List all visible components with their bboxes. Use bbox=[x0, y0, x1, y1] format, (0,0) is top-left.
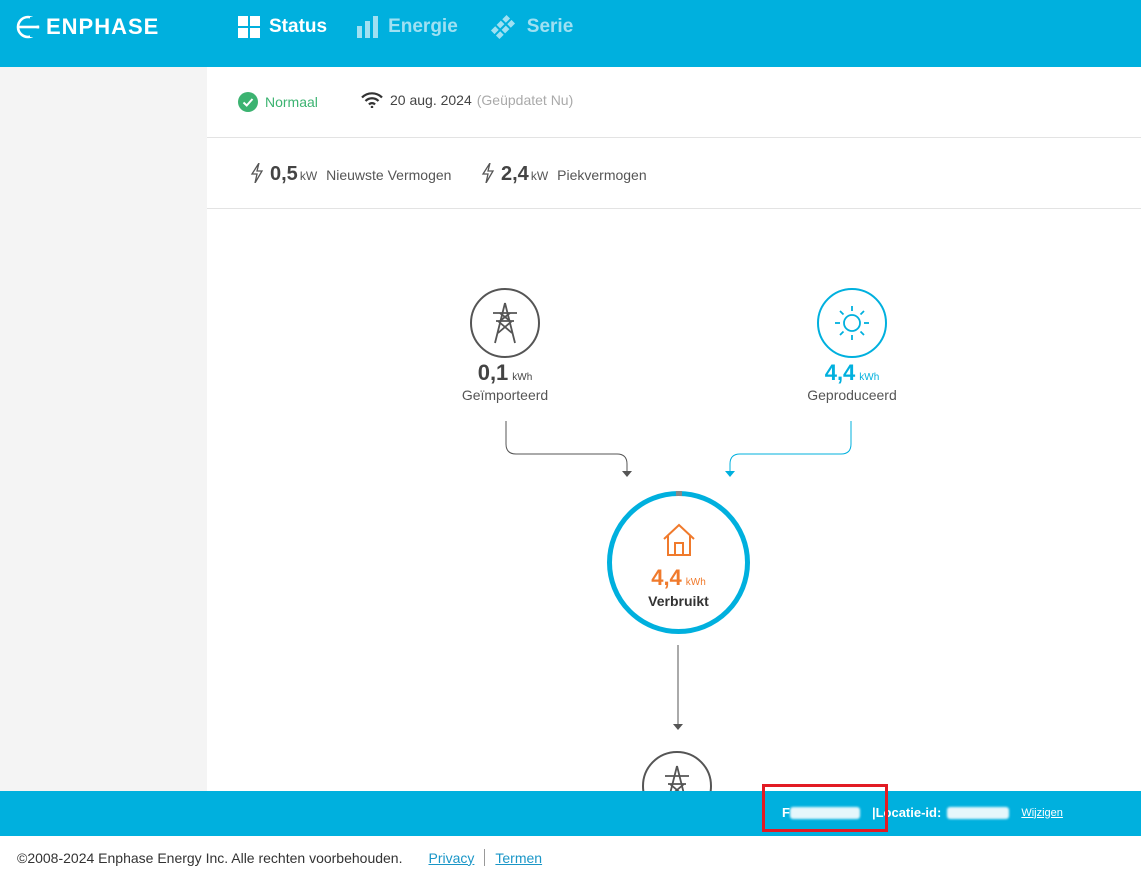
top-navigation-bar: ENPHASE Status Energie Serie bbox=[0, 0, 1141, 67]
produced-value: 4,4 kWh bbox=[772, 360, 932, 386]
imported-value: 0,1 kWh bbox=[425, 360, 585, 386]
terms-link[interactable]: Termen bbox=[495, 850, 542, 866]
enphase-logo[interactable]: ENPHASE bbox=[16, 14, 159, 40]
tab-status[interactable]: Status bbox=[238, 12, 327, 42]
main-nav: Status Energie Serie bbox=[238, 12, 603, 42]
import-share-marker bbox=[676, 491, 682, 496]
power-tower-icon bbox=[493, 302, 517, 344]
produced-number: 4,4 bbox=[824, 360, 856, 385]
consumed-number: 4,4 bbox=[651, 565, 682, 590]
house-icon bbox=[662, 523, 695, 556]
produced-label: Geproduceerd bbox=[807, 387, 897, 403]
footer: ©2008-2024 Enphase Energy Inc. Alle rech… bbox=[17, 849, 542, 866]
sun-icon bbox=[835, 306, 869, 340]
grid-import-circle bbox=[470, 288, 540, 358]
brand-name: ENPHASE bbox=[46, 14, 160, 39]
power-tower-icon bbox=[665, 765, 689, 791]
imported-number: 0,1 bbox=[477, 360, 509, 385]
imported-unit: kWh bbox=[512, 372, 533, 383]
tab-serie-label: Serie bbox=[526, 16, 574, 37]
grid-import-node[interactable]: 0,1 kWh Geïmporteerd bbox=[425, 288, 585, 403]
consumed-unit: kWh bbox=[685, 577, 706, 588]
tab-status-label: Status bbox=[269, 16, 328, 37]
footer-separator bbox=[484, 849, 486, 866]
consumed-label: Verbruikt bbox=[648, 593, 709, 609]
consumption-node[interactable]: 4,4 kWh Verbruikt bbox=[607, 491, 750, 634]
main-content: Normaal 20 aug. 2024 (Geüpdatet Nu) 0,5 … bbox=[207, 67, 1141, 791]
grid-icon bbox=[238, 16, 260, 38]
solar-panel-icon bbox=[490, 14, 515, 40]
location-id-redacted bbox=[947, 806, 1010, 819]
change-site-link[interactable]: Wijzigen bbox=[1021, 807, 1063, 819]
grid-export-circle bbox=[642, 751, 712, 791]
produced-unit: kWh bbox=[859, 372, 880, 383]
bar-chart-icon bbox=[357, 16, 379, 38]
imported-label: Geïmporteerd bbox=[461, 387, 549, 403]
enphase-logo-icon bbox=[16, 15, 40, 39]
solar-production-node[interactable]: 4,4 kWh Geproduceerd bbox=[772, 288, 932, 403]
tab-energie[interactable]: Energie bbox=[357, 12, 458, 42]
grid-export-node[interactable] bbox=[597, 751, 757, 791]
energy-flow-lines bbox=[505, 421, 852, 730]
sidebar bbox=[0, 67, 207, 791]
site-info-bar: F |Locatie-id: Wijzigen bbox=[0, 791, 1141, 836]
solar-production-circle bbox=[817, 288, 887, 358]
consumed-value: 4,4 kWh bbox=[612, 565, 745, 591]
tab-serie[interactable]: Serie bbox=[488, 12, 573, 42]
highlight-box bbox=[762, 784, 888, 832]
tab-energie-label: Energie bbox=[388, 16, 458, 37]
privacy-link[interactable]: Privacy bbox=[428, 850, 474, 866]
copyright: ©2008-2024 Enphase Energy Inc. Alle rech… bbox=[17, 849, 403, 866]
